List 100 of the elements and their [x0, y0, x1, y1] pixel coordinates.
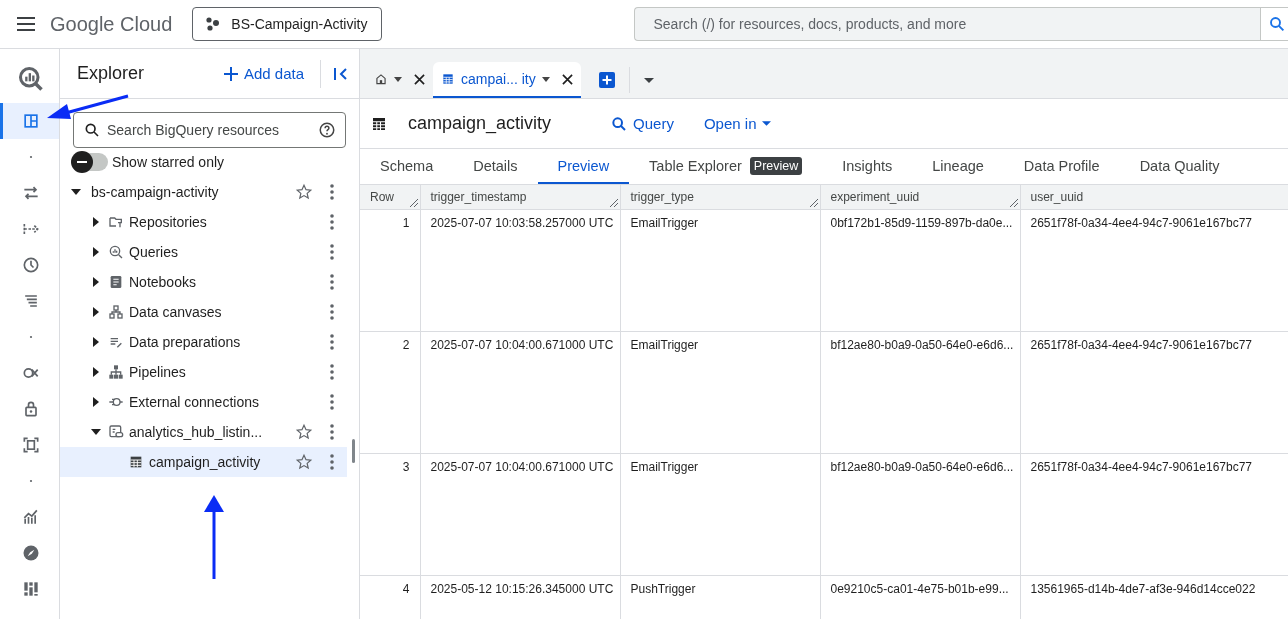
more-options-icon[interactable] — [329, 213, 335, 231]
table-cell: EmailTrigger — [620, 453, 820, 576]
search-field[interactable]: Search BigQuery resources — [73, 112, 346, 148]
search-icon[interactable] — [1268, 15, 1287, 33]
project-picker[interactable]: BS-Campaign-Activity — [192, 7, 383, 41]
more-options-icon[interactable] — [329, 393, 335, 411]
table-cell: EmailTrigger — [620, 209, 820, 332]
dataset-link-icon — [108, 424, 124, 440]
tree-item[interactable]: bs-campaign-activity — [60, 177, 347, 207]
tree-item[interactable]: analytics_hub_listin... — [60, 417, 347, 447]
tree-item[interactable]: Data canvases — [60, 297, 347, 327]
table-cell: 0e9210c5-ca01-4e75-b01b-e99... — [820, 575, 1020, 619]
toggle-label: Show starred only — [112, 154, 225, 170]
table-cell: bf12ae80-b0a9-0a50-64e0-e6d6... — [820, 331, 1020, 454]
more-options-icon[interactable] — [329, 273, 335, 291]
plus-icon — [223, 66, 238, 81]
search-icon — [84, 122, 100, 138]
table-cell: 1 — [360, 209, 420, 332]
more-options-icon[interactable] — [329, 183, 335, 201]
panel-title: Explorer — [77, 63, 146, 84]
content-tab[interactable]: Data Quality — [1119, 149, 1240, 184]
table-cell: 4 — [360, 575, 420, 619]
table-cell: 0bf172b1-85d9-1159-897b-da0e... — [820, 209, 1020, 332]
editor-tab[interactable]: campai... ity — [433, 62, 581, 98]
frame-icon — [21, 435, 41, 455]
caret-icon[interactable] — [643, 77, 654, 83]
collapse-panel-icon[interactable] — [333, 65, 349, 82]
table-cell: 2025-07-07 10:04:00.671000 UTC — [420, 331, 620, 454]
table-cell: EmailTrigger — [620, 331, 820, 454]
resize-handle-icon[interactable] — [609, 199, 618, 207]
tree-item[interactable]: campaign_activity — [60, 447, 347, 477]
scrollbar-thumb[interactable] — [352, 439, 355, 463]
caret-icon[interactable] — [394, 76, 402, 82]
help-icon[interactable] — [318, 121, 336, 139]
table-cell: PushTrigger — [620, 575, 820, 619]
search-field[interactable]: Search (/) for resources, docs, products, and more — [634, 7, 1261, 41]
content-tab[interactable]: Data Profile — [1003, 149, 1120, 184]
new-tab-icon[interactable] — [598, 72, 615, 88]
resize-handle-icon[interactable] — [809, 199, 818, 207]
compass-icon — [21, 543, 41, 563]
bigquery-logo-icon — [17, 65, 45, 93]
brand-logo[interactable]: Google Cloud — [50, 12, 173, 36]
more-options-icon[interactable] — [329, 243, 335, 261]
table-cell: 13561965-d14b-4de7-af3e-946d14cce022 — [1020, 575, 1288, 619]
search-button[interactable] — [1260, 7, 1288, 41]
more-options-icon[interactable] — [329, 333, 335, 351]
more-options-icon[interactable] — [329, 453, 335, 471]
nodes-icon — [108, 304, 124, 320]
table-grid-icon — [128, 454, 144, 470]
table-cell: 2025-07-07 10:03:58.257000 UTC — [420, 209, 620, 332]
nav-rail-item[interactable] — [0, 103, 59, 139]
table-cell: 2025-05-12 10:15:26.345000 UTC — [420, 575, 620, 619]
content-tab[interactable]: Lineage — [912, 149, 1004, 184]
panel-layout-icon — [21, 111, 41, 131]
table-cell: 2651f78f-0a34-4ee4-94c7-9061e167bc77 — [1020, 331, 1288, 454]
tree-item[interactable]: Pipelines — [60, 357, 347, 387]
resize-handle-icon[interactable] — [1009, 199, 1018, 207]
column-header[interactable]: Row — [360, 185, 420, 210]
column-header[interactable]: user_uuid — [1020, 185, 1288, 210]
caret-icon — [762, 121, 772, 126]
column-header[interactable]: experiment_uuid — [820, 185, 1020, 210]
content-tab[interactable]: Insights — [822, 149, 913, 184]
add-data-button[interactable]: Add data — [223, 65, 304, 82]
tree-item[interactable]: Data preparations — [60, 327, 347, 357]
table-cell: 2 — [360, 331, 420, 454]
toggle-switch[interactable] — [72, 153, 108, 171]
search-icon — [611, 115, 628, 132]
close-icon[interactable] — [414, 73, 425, 85]
table-cell: 2025-07-07 10:04:00.671000 UTC — [420, 453, 620, 576]
repository-icon — [108, 214, 124, 230]
resize-handle-icon[interactable] — [409, 199, 418, 207]
column-header[interactable]: trigger_type — [620, 185, 820, 210]
table-grid-icon — [441, 72, 455, 86]
table-cell: 2651f78f-0a34-4ee4-94c7-9061e167bc77 — [1020, 209, 1288, 332]
content-tab[interactable]: Details — [453, 149, 538, 184]
table-cell: 3 — [360, 453, 420, 576]
table-cell: bf12ae80-b0a9-0a50-64e0-e6d6... — [820, 453, 1020, 576]
preview-badge: Preview — [749, 156, 803, 175]
caret-icon[interactable] — [541, 76, 550, 82]
star-icon[interactable] — [295, 183, 313, 201]
open-in-button[interactable]: Open in — [703, 115, 772, 132]
more-options-icon[interactable] — [329, 363, 335, 381]
notebook-icon — [108, 274, 124, 290]
more-options-icon[interactable] — [329, 303, 335, 321]
table-title: campaign_activity — [408, 113, 552, 134]
tree-item[interactable]: Notebooks — [60, 267, 347, 297]
query-button[interactable]: Query — [611, 115, 674, 132]
content-tab[interactable]: Table Explorer Preview — [629, 149, 823, 184]
more-options-icon[interactable] — [329, 423, 335, 441]
grid-blocks-icon — [21, 579, 41, 599]
menu-icon[interactable] — [16, 16, 36, 32]
close-icon[interactable] — [561, 73, 573, 85]
column-header[interactable]: trigger_timestamp — [420, 185, 620, 210]
tree-item[interactable]: Repositories — [60, 207, 347, 237]
tree-item[interactable]: External connections — [60, 387, 347, 417]
content-tab[interactable]: Schema — [360, 149, 454, 184]
star-icon[interactable] — [295, 453, 313, 471]
table-cell: 2651f78f-0a34-4ee4-94c7-9061e167bc77 — [1020, 453, 1288, 576]
star-icon[interactable] — [295, 423, 313, 441]
tree-item[interactable]: Queries — [60, 237, 347, 267]
